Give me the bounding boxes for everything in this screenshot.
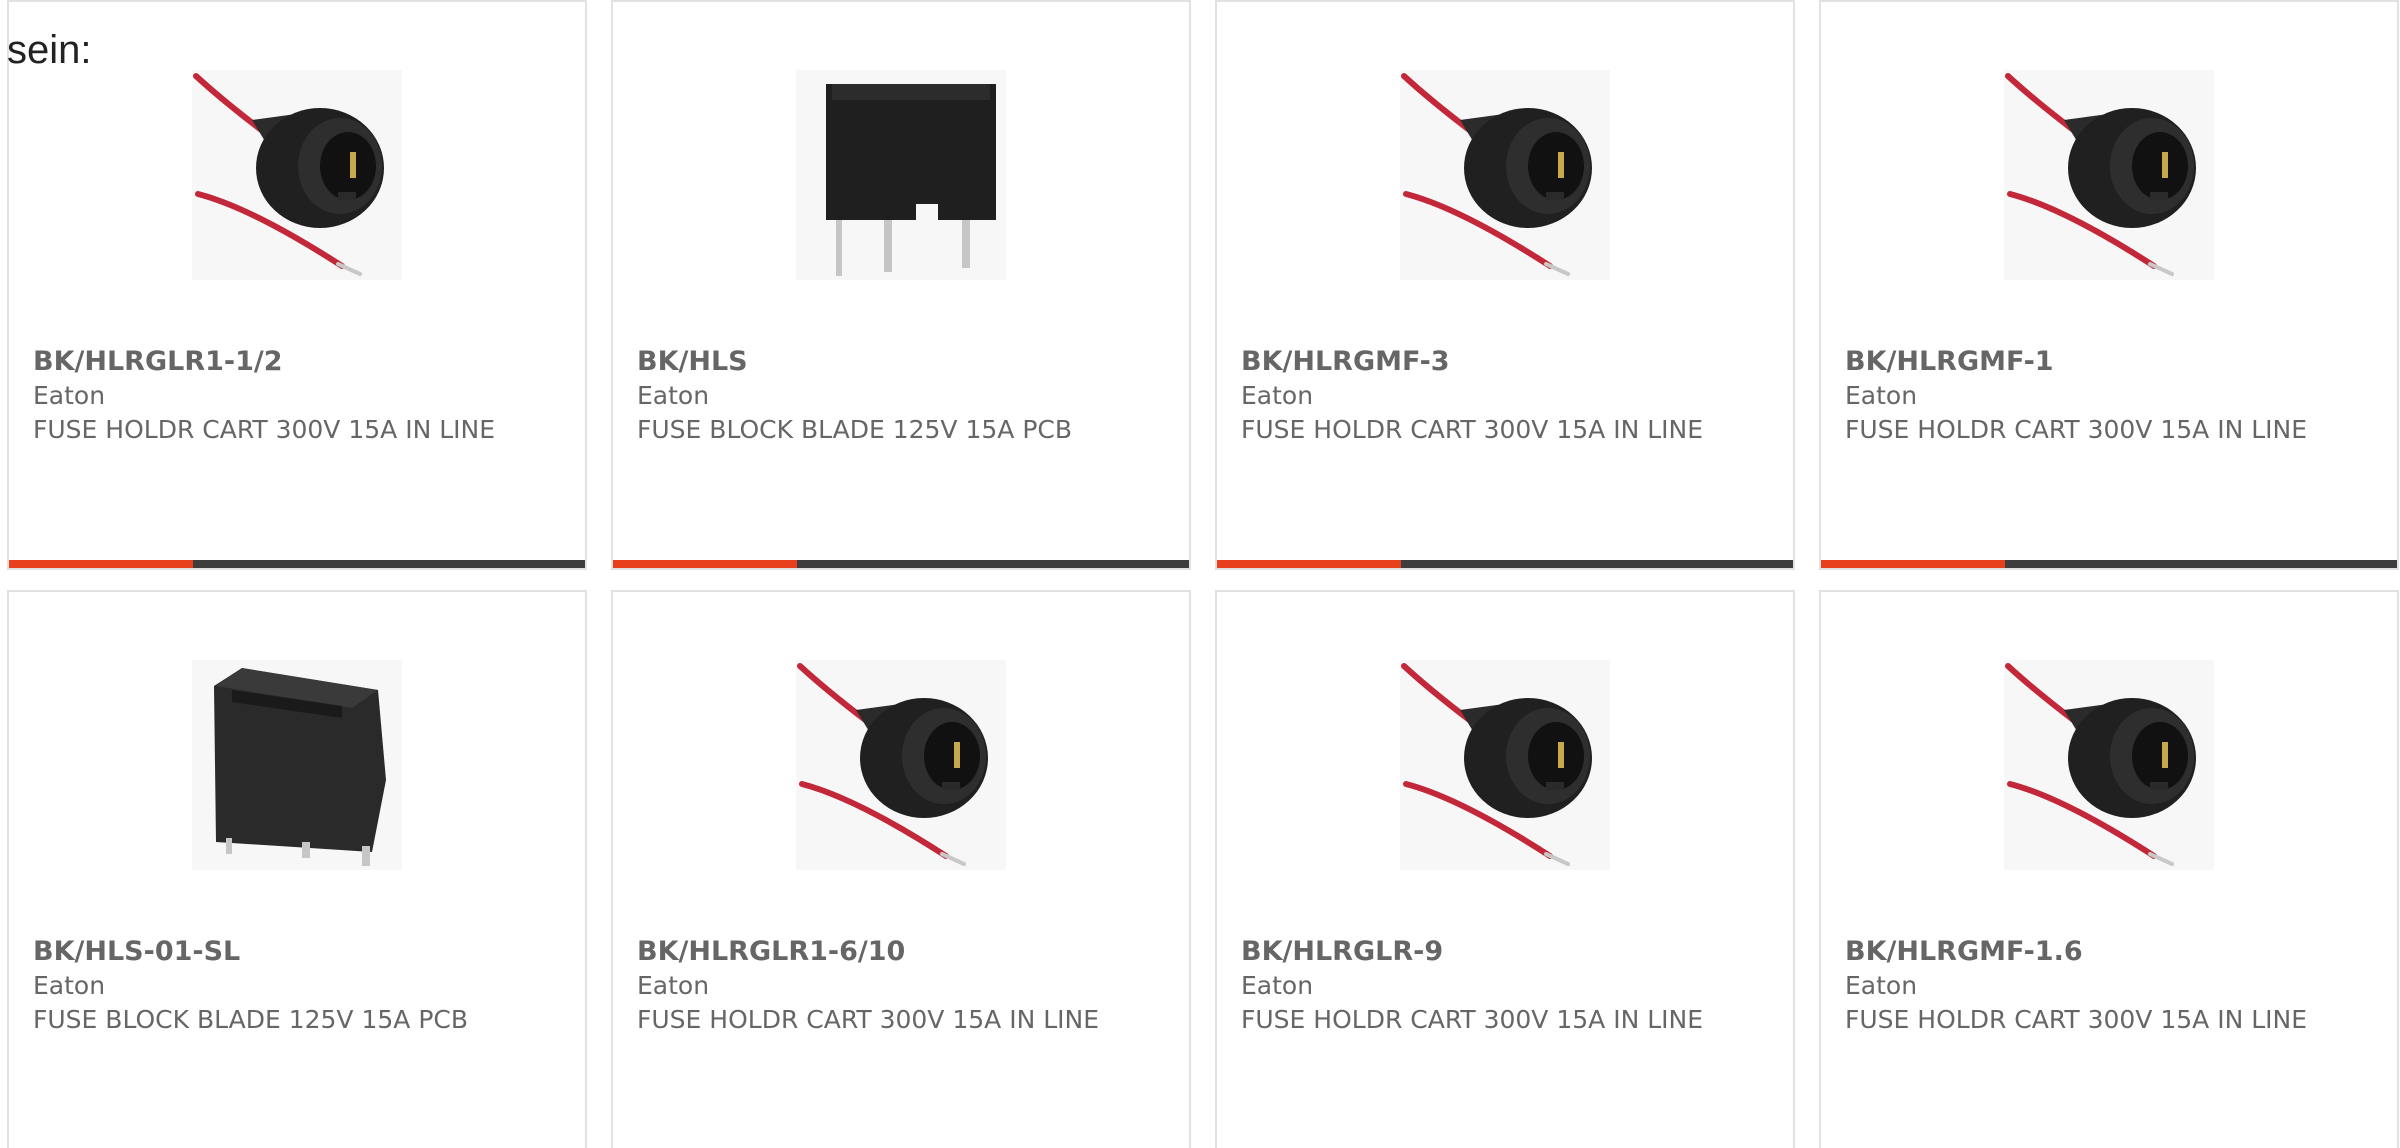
- inline-fuse-holder-icon: [1400, 660, 1610, 870]
- card-progress-bar: [1821, 560, 2397, 568]
- part-number-link[interactable]: BK/HLRGLR-9: [1241, 935, 1443, 969]
- inline-fuse-holder-icon: [1400, 70, 1610, 280]
- intro-text: sein:: [7, 28, 92, 72]
- product-card[interactable]: BK/HLRGLR1-1/2 Eaton FUSE HOLDR CART 300…: [7, 0, 587, 570]
- product-image[interactable]: [9, 660, 585, 870]
- manufacturer-label: Eaton: [637, 971, 710, 1000]
- product-card[interactable]: BK/HLRGMF-1 Eaton FUSE HOLDR CART 300V 1…: [1819, 0, 2399, 570]
- part-number-link[interactable]: BK/HLRGLR1-1/2: [33, 345, 283, 379]
- product-image[interactable]: [9, 70, 585, 280]
- product-card[interactable]: BK/HLRGMF-1.6 Eaton FUSE HOLDR CART 300V…: [1819, 590, 2399, 1148]
- blade-fuse-block-angled-icon: [192, 660, 402, 870]
- product-card[interactable]: BK/HLS Eaton FUSE BLOCK BLADE 125V 15A P…: [611, 0, 1191, 570]
- inline-fuse-holder-icon: [796, 660, 1006, 870]
- card-progress-bar: [9, 560, 585, 568]
- part-number-link[interactable]: BK/HLRGMF-3: [1241, 345, 1450, 379]
- inline-fuse-holder-icon: [2004, 660, 2214, 870]
- part-number-link[interactable]: BK/HLS-01-SL: [33, 935, 240, 969]
- product-image[interactable]: [613, 70, 1189, 280]
- product-description: FUSE HOLDR CART 300V 15A IN LINE: [1845, 415, 2308, 444]
- product-image[interactable]: [1217, 660, 1793, 870]
- manufacturer-label: Eaton: [1241, 971, 1314, 1000]
- card-progress-accent: [1821, 560, 2006, 568]
- product-description: FUSE HOLDR CART 300V 15A IN LINE: [1241, 415, 1704, 444]
- card-progress-bar: [1217, 560, 1793, 568]
- card-progress-accent: [9, 560, 194, 568]
- product-card[interactable]: BK/HLRGLR-9 Eaton FUSE HOLDR CART 300V 1…: [1215, 590, 1795, 1148]
- part-number-link[interactable]: BK/HLRGMF-1: [1845, 345, 2054, 379]
- product-card[interactable]: BK/HLS-01-SL Eaton FUSE BLOCK BLADE 125V…: [7, 590, 587, 1148]
- product-card[interactable]: BK/HLRGLR1-6/10 Eaton FUSE HOLDR CART 30…: [611, 590, 1191, 1148]
- inline-fuse-holder-icon: [2004, 70, 2214, 280]
- part-number-link[interactable]: BK/HLRGMF-1.6: [1845, 935, 2083, 969]
- inline-fuse-holder-icon: [192, 70, 402, 280]
- product-description: FUSE HOLDR CART 300V 15A IN LINE: [1845, 1005, 2308, 1034]
- product-image[interactable]: [1821, 660, 2397, 870]
- part-number-link[interactable]: BK/HLS: [637, 345, 748, 379]
- product-description: FUSE HOLDR CART 300V 15A IN LINE: [1241, 1005, 1704, 1034]
- card-progress-accent: [613, 560, 798, 568]
- product-description: FUSE BLOCK BLADE 125V 15A PCB: [637, 415, 1073, 444]
- product-description: FUSE HOLDR CART 300V 15A IN LINE: [33, 415, 496, 444]
- manufacturer-label: Eaton: [637, 381, 710, 410]
- product-image[interactable]: [613, 660, 1189, 870]
- manufacturer-label: Eaton: [1845, 381, 1918, 410]
- product-description: FUSE HOLDR CART 300V 15A IN LINE: [637, 1005, 1100, 1034]
- product-image[interactable]: [1217, 70, 1793, 280]
- blade-fuse-block-icon: [796, 70, 1006, 280]
- manufacturer-label: Eaton: [33, 381, 106, 410]
- part-number-link[interactable]: BK/HLRGLR1-6/10: [637, 935, 905, 969]
- product-card[interactable]: BK/HLRGMF-3 Eaton FUSE HOLDR CART 300V 1…: [1215, 0, 1795, 570]
- product-image[interactable]: [1821, 70, 2397, 280]
- manufacturer-label: Eaton: [1241, 381, 1314, 410]
- product-description: FUSE BLOCK BLADE 125V 15A PCB: [33, 1005, 469, 1034]
- manufacturer-label: Eaton: [1845, 971, 1918, 1000]
- card-progress-bar: [613, 560, 1189, 568]
- card-progress-accent: [1217, 560, 1402, 568]
- manufacturer-label: Eaton: [33, 971, 106, 1000]
